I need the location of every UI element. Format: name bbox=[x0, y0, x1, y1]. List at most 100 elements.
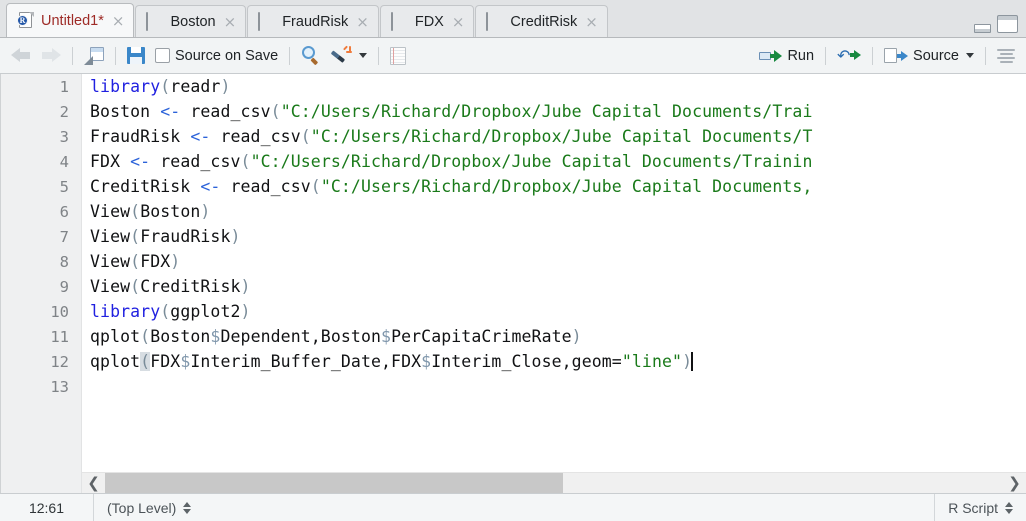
tab-label: FraudRisk bbox=[282, 13, 349, 30]
code-line[interactable]: 13 bbox=[0, 374, 1026, 399]
scrollbar-thumb[interactable] bbox=[105, 472, 563, 493]
source-on-save-toggle[interactable]: Source on Save bbox=[150, 43, 283, 69]
code-token: ) bbox=[170, 252, 181, 271]
code-token: <- bbox=[160, 102, 181, 121]
document-outline-icon bbox=[997, 48, 1015, 63]
rerun-previous-button[interactable]: ↶ bbox=[832, 43, 866, 69]
magnifier-icon bbox=[301, 46, 321, 65]
code-scope-selector[interactable]: (Top Level) bbox=[94, 494, 204, 521]
line-number: 3 bbox=[59, 127, 69, 146]
code-token: "C:/Users/Richard/Dropbox/Jube Capital D… bbox=[310, 127, 813, 146]
code-token: ) bbox=[220, 77, 231, 96]
toolbar-right-group: Run ↶ Source bbox=[754, 43, 1020, 69]
text-cursor bbox=[691, 352, 694, 371]
horizontal-scrollbar[interactable]: ❮ ❯ bbox=[82, 472, 1026, 493]
code-line[interactable]: 8 View(FDX) bbox=[0, 249, 1026, 274]
code-tools-button[interactable] bbox=[326, 43, 372, 69]
code-line[interactable]: 10 library(ggplot2) bbox=[0, 299, 1026, 324]
code-text[interactable]: View(CreditRisk) bbox=[82, 277, 1026, 296]
chevron-down-icon[interactable] bbox=[966, 53, 974, 58]
code-token: ) bbox=[240, 302, 251, 321]
line-number: 9 bbox=[59, 277, 69, 296]
tab-fraudrisk[interactable]: FraudRisk × bbox=[247, 5, 379, 37]
code-line[interactable]: 7 View(FraudRisk) bbox=[0, 224, 1026, 249]
up-down-chevron-icon bbox=[1005, 501, 1013, 514]
close-icon[interactable]: × bbox=[585, 14, 598, 29]
code-token: ( bbox=[300, 127, 311, 146]
document-outline-button[interactable] bbox=[992, 43, 1020, 69]
code-text[interactable]: View(Boston) bbox=[82, 202, 1026, 221]
code-text[interactable]: Boston <- read_csv("C:/Users/Richard/Dro… bbox=[82, 102, 1026, 121]
show-in-new-window-button[interactable] bbox=[79, 43, 109, 69]
code-token: "C:/Users/Richard/Dropbox/Jube Capital D… bbox=[280, 102, 813, 121]
code-line[interactable]: 9 View(CreditRisk) bbox=[0, 274, 1026, 299]
close-icon[interactable]: × bbox=[224, 14, 237, 29]
tab-untitled1[interactable]: R Untitled1* × bbox=[6, 3, 135, 37]
show-in-new-window-icon bbox=[84, 46, 104, 65]
file-type-selector[interactable]: R Script bbox=[934, 494, 1026, 521]
code-editor[interactable]: 1 library(readr) 2 Boston <- read_csv("C:/U… bbox=[0, 74, 1026, 493]
source-on-save-checkbox[interactable] bbox=[155, 48, 170, 63]
cursor-position: 12:61 bbox=[0, 494, 94, 521]
minimize-pane-icon[interactable] bbox=[974, 24, 991, 33]
tab-bar-filler bbox=[609, 0, 1026, 37]
code-token: FDX bbox=[140, 252, 171, 271]
code-text[interactable]: FDX <- read_csv("C:/Users/Richard/Dropbo… bbox=[82, 152, 1026, 171]
code-token: ggplot2 bbox=[170, 302, 241, 321]
data-grid-icon bbox=[146, 12, 163, 31]
code-line[interactable]: 3 FraudRisk <- read_csv("C:/Users/Richard… bbox=[0, 124, 1026, 149]
toolbar-separator bbox=[289, 46, 291, 65]
code-token: $ bbox=[381, 327, 392, 346]
chevron-down-icon[interactable] bbox=[359, 53, 368, 58]
save-button[interactable] bbox=[122, 43, 150, 69]
close-icon[interactable]: × bbox=[452, 14, 465, 29]
source-button[interactable]: Source bbox=[879, 43, 979, 69]
code-lines-container[interactable]: 1 library(readr) 2 Boston <- read_csv("C:/U… bbox=[0, 74, 1026, 493]
run-button[interactable]: Run bbox=[754, 43, 819, 69]
code-token: ( bbox=[310, 177, 321, 196]
code-text[interactable]: View(FraudRisk) bbox=[82, 227, 1026, 246]
r-script-file-icon: R bbox=[17, 12, 34, 29]
code-text[interactable]: FraudRisk <- read_csv("C:/Users/Richard/… bbox=[82, 127, 1026, 146]
code-line[interactable]: 6 View(Boston) bbox=[0, 199, 1026, 224]
code-line[interactable]: 1 library(readr) bbox=[0, 74, 1026, 99]
close-icon[interactable]: × bbox=[356, 14, 369, 29]
code-token: read_csv bbox=[210, 127, 301, 146]
code-text[interactable]: qplot(FDX$Interim_Buffer_Date,FDX$Interi… bbox=[82, 352, 1026, 371]
code-text[interactable]: library(ggplot2) bbox=[82, 302, 1026, 321]
code-line[interactable]: 4 FDX <- read_csv("C:/Users/Richard/Dropb… bbox=[0, 149, 1026, 174]
tab-fdx[interactable]: FDX × bbox=[379, 5, 475, 37]
compile-report-button[interactable] bbox=[385, 43, 411, 69]
code-line[interactable]: 2 Boston <- read_csv("C:/Users/Richard/Dr… bbox=[0, 99, 1026, 124]
code-token: library bbox=[90, 302, 161, 321]
code-text[interactable]: CreditRisk <- read_csv("C:/Users/Richard… bbox=[82, 177, 1026, 196]
run-icon bbox=[759, 49, 783, 63]
line-number: 8 bbox=[59, 252, 69, 271]
find-replace-button[interactable] bbox=[296, 43, 326, 69]
maximize-pane-icon[interactable] bbox=[997, 15, 1018, 33]
code-text[interactable]: View(FDX) bbox=[82, 252, 1026, 271]
tab-creditrisk[interactable]: CreditRisk × bbox=[475, 5, 608, 37]
scrollbar-track[interactable] bbox=[105, 472, 1003, 493]
code-line[interactable]: 12 qplot(FDX$Interim_Buffer_Date,FDX$Inte… bbox=[0, 349, 1026, 374]
rstudio-source-pane: R Untitled1* × Boston × FraudRisk × FDX … bbox=[0, 0, 1026, 521]
code-line[interactable]: 5 CreditRisk <- read_csv("C:/Users/Richar… bbox=[0, 174, 1026, 199]
close-icon[interactable]: × bbox=[112, 13, 125, 28]
editor-status-bar: 12:61 (Top Level) R Script bbox=[0, 493, 1026, 521]
scroll-right-icon[interactable]: ❯ bbox=[1003, 472, 1026, 493]
code-line[interactable]: 11 qplot(Boston$Dependent,Boston$PerCapit… bbox=[0, 324, 1026, 349]
data-grid-icon bbox=[390, 12, 408, 31]
back-button[interactable] bbox=[6, 43, 36, 69]
code-token: <- bbox=[200, 177, 221, 196]
code-token: Interim_Close,geom= bbox=[431, 352, 622, 371]
forward-button[interactable] bbox=[36, 43, 66, 69]
code-token: ( bbox=[270, 102, 281, 121]
code-text[interactable]: qplot(Boston$Dependent,Boston$PerCapitaC… bbox=[82, 327, 1026, 346]
code-token: ( bbox=[140, 327, 151, 346]
line-number: 7 bbox=[59, 227, 69, 246]
code-token: ( bbox=[130, 252, 141, 271]
tab-boston[interactable]: Boston × bbox=[135, 5, 247, 37]
code-text[interactable]: library(readr) bbox=[82, 77, 1026, 96]
notebook-icon bbox=[390, 46, 407, 65]
scroll-left-icon[interactable]: ❮ bbox=[82, 472, 105, 493]
